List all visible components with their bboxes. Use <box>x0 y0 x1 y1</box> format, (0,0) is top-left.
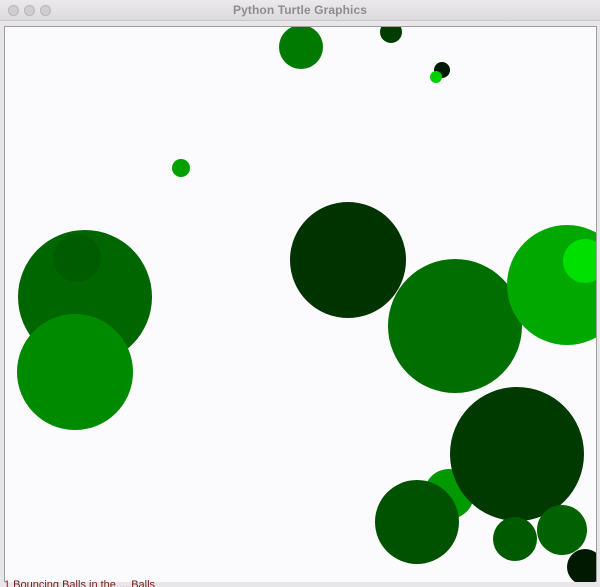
title-bar[interactable]: Python Turtle Graphics <box>0 0 600 21</box>
ball-scene <box>17 27 596 582</box>
ball-4 <box>290 202 406 318</box>
ball-16 <box>537 505 587 555</box>
ball-5 <box>388 259 522 393</box>
turtle-canvas[interactable] <box>4 26 597 582</box>
ball-9 <box>380 27 402 43</box>
ball-17 <box>493 517 537 561</box>
turtle-window: Python Turtle Graphics 1 Bouncing Balls … <box>0 0 600 587</box>
ball-8 <box>279 27 323 69</box>
ball-3 <box>17 314 133 430</box>
ball-11 <box>430 71 442 83</box>
ball-2 <box>53 234 101 282</box>
ball-12 <box>172 159 190 177</box>
window-title: Python Turtle Graphics <box>233 3 367 17</box>
ball-18 <box>567 549 596 582</box>
status-text: 1 Bouncing Balls in the ... Balls <box>4 580 156 587</box>
ball-15 <box>375 480 459 564</box>
ball-14 <box>450 387 584 521</box>
